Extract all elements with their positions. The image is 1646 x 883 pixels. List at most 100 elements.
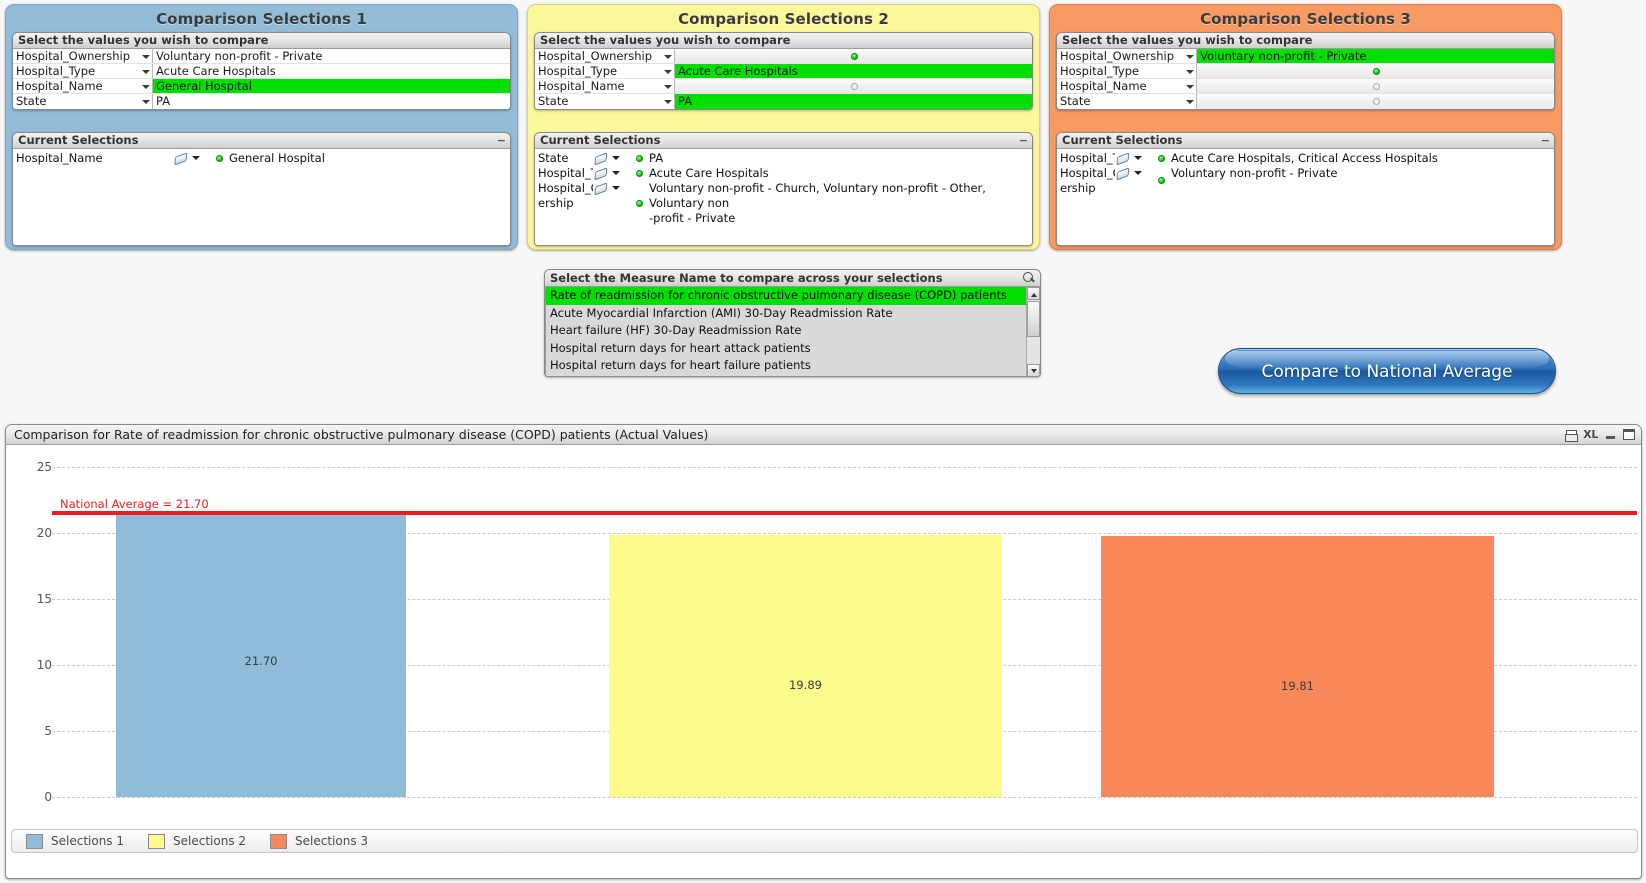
- field-value[interactable]: [675, 49, 1032, 63]
- eraser-icon[interactable]: [1113, 165, 1131, 181]
- minimize-icon[interactable]: −: [1019, 133, 1028, 148]
- list-item[interactable]: Hospital return days for heart attack pa…: [545, 339, 1040, 357]
- multibox-row[interactable]: Hospital_Ownership Voluntary non-profit …: [1057, 49, 1554, 64]
- current-selection-row[interactable]: Hospital_Owership Voluntary non-profit -…: [535, 181, 1032, 226]
- multibox-row[interactable]: Hospital_Type Acute Care Hospitals: [535, 64, 1032, 79]
- chevron-down-icon[interactable]: [1183, 94, 1197, 109]
- green-dot-icon: [1158, 177, 1165, 184]
- maximize-icon[interactable]: [1623, 429, 1635, 440]
- list-item[interactable]: Rate of readmission for chronic obstruct…: [545, 287, 1040, 305]
- current-selection-row[interactable]: State PA: [535, 151, 1032, 166]
- field-label: State: [535, 94, 661, 109]
- chevron-down-icon[interactable]: [661, 49, 675, 63]
- chevron-down-icon[interactable]: [661, 79, 675, 93]
- multibox-row[interactable]: Hospital_Type: [1057, 64, 1554, 79]
- multibox-row[interactable]: Hospital_Name: [535, 79, 1032, 94]
- chevron-down-icon[interactable]: [661, 64, 675, 78]
- eraser-icon[interactable]: [1113, 150, 1131, 166]
- chevron-down-icon[interactable]: [1183, 64, 1197, 78]
- selection-field: Hospital_Ty: [538, 166, 593, 180]
- legend-swatch-icon: [270, 833, 288, 849]
- green-dot-icon: [636, 200, 643, 207]
- legend-item-selections-1[interactable]: Selections 1: [26, 833, 124, 849]
- multibox-row[interactable]: Hospital_Type Acute Care Hospitals: [13, 64, 510, 79]
- scroll-down-icon[interactable]: [1027, 364, 1040, 376]
- chevron-down-icon[interactable]: [1183, 49, 1197, 63]
- legend-item-selections-3[interactable]: Selections 3: [270, 833, 368, 849]
- field-value-selected[interactable]: General Hospital: [153, 79, 510, 93]
- selection-field: Hospital_Name: [16, 151, 103, 165]
- field-label: Hospital_Type: [13, 64, 139, 78]
- field-value[interactable]: PA: [153, 94, 510, 109]
- scrollbar-thumb[interactable]: [1027, 301, 1040, 337]
- multibox-row[interactable]: Hospital_Name: [1057, 79, 1554, 94]
- chevron-down-icon[interactable]: [139, 94, 153, 109]
- field-value-selected[interactable]: PA: [675, 94, 1032, 109]
- legend-item-selections-2[interactable]: Selections 2: [148, 833, 246, 849]
- chevron-down-icon[interactable]: [1134, 156, 1142, 160]
- panel-2-title: Comparison Selections 2: [678, 10, 889, 28]
- chevron-down-icon[interactable]: [192, 156, 200, 160]
- bar-selections-3[interactable]: 19.81: [1101, 536, 1494, 797]
- field-label: Hospital_Ownership: [535, 49, 661, 63]
- multibox-row[interactable]: Hospital_Ownership: [535, 49, 1032, 64]
- field-value[interactable]: [675, 79, 1032, 93]
- listbox-scrollbar[interactable]: [1026, 287, 1040, 376]
- eraser-icon[interactable]: [591, 180, 609, 196]
- chevron-down-icon[interactable]: [612, 171, 620, 175]
- chevron-down-icon[interactable]: [139, 64, 153, 78]
- clear-selection-control[interactable]: [593, 181, 633, 226]
- chevron-down-icon[interactable]: [1134, 171, 1142, 175]
- clear-selection-control[interactable]: [593, 151, 633, 166]
- field-value-selected[interactable]: Acute Care Hospitals: [675, 64, 1032, 78]
- selection-field: Hospital_Owership: [1057, 166, 1115, 196]
- chevron-down-icon[interactable]: [139, 79, 153, 93]
- field-value[interactable]: Voluntary non-profit - Private: [153, 49, 510, 63]
- eraser-icon[interactable]: [591, 165, 609, 181]
- chevron-down-icon[interactable]: [612, 186, 620, 190]
- field-value[interactable]: [1197, 79, 1554, 93]
- current-selection-row[interactable]: Hospital_Name General Hospital: [13, 151, 510, 166]
- current-selection-row[interactable]: Hospital_Ty Acute Care Hospitals, Critic…: [1057, 151, 1554, 166]
- clear-selection-control[interactable]: [1115, 151, 1155, 166]
- field-value[interactable]: [1197, 94, 1554, 109]
- chevron-down-icon[interactable]: [139, 49, 153, 63]
- panel-3-multibox-caption: Select the values you wish to compare: [1057, 33, 1554, 49]
- multibox-row[interactable]: State PA: [13, 94, 510, 109]
- scroll-up-icon[interactable]: [1027, 287, 1040, 300]
- current-selection-row[interactable]: Hospital_Ty Acute Care Hospitals: [535, 166, 1032, 181]
- field-value-selected[interactable]: Voluntary non-profit - Private: [1197, 49, 1554, 63]
- field-value[interactable]: [1197, 64, 1554, 78]
- selection-state-indicator: [213, 151, 229, 166]
- minimize-icon[interactable]: [1605, 430, 1616, 440]
- list-item[interactable]: Hospital return days for heart failure p…: [545, 357, 1040, 375]
- multibox-row[interactable]: State: [1057, 94, 1554, 109]
- panel-2-current-selections: Current Selections − State PA Hospital_T…: [534, 132, 1033, 246]
- list-item[interactable]: Acute Myocardial Infarction (AMI) 30-Day…: [545, 304, 1040, 322]
- eraser-icon[interactable]: [171, 150, 189, 166]
- minimize-icon[interactable]: −: [1541, 133, 1550, 148]
- eraser-icon[interactable]: [591, 150, 609, 166]
- list-item[interactable]: Heart failure (HF) 30-Day Readmission Ra…: [545, 322, 1040, 340]
- current-selection-row[interactable]: Hospital_Owership Voluntary non-profit -…: [1057, 166, 1554, 196]
- print-icon[interactable]: [1565, 429, 1579, 442]
- chevron-down-icon[interactable]: [661, 94, 675, 109]
- field-value[interactable]: Acute Care Hospitals: [153, 64, 510, 78]
- compare-to-national-average-button[interactable]: Compare to National Average: [1218, 348, 1556, 394]
- clear-selection-control[interactable]: [593, 166, 633, 181]
- measure-name-listbox: Select the Measure Name to compare acros…: [544, 269, 1041, 377]
- bar-selections-1[interactable]: 21.70: [116, 511, 406, 797]
- multibox-row[interactable]: State PA: [535, 94, 1032, 109]
- clear-selection-control[interactable]: [173, 151, 213, 166]
- bar-selections-2[interactable]: 19.89: [609, 535, 1002, 797]
- multibox-row[interactable]: Hospital_Name General Hospital: [13, 79, 510, 94]
- chart-caption-icons: XL: [1565, 425, 1635, 444]
- clear-selection-control[interactable]: [1115, 166, 1155, 196]
- multibox-row[interactable]: Hospital_Ownership Voluntary non-profit …: [13, 49, 510, 64]
- caption-text: Select the Measure Name to compare acros…: [550, 271, 943, 285]
- chevron-down-icon[interactable]: [1183, 79, 1197, 93]
- search-icon[interactable]: [1023, 272, 1035, 284]
- excel-export-icon[interactable]: XL: [1583, 425, 1598, 444]
- chevron-down-icon[interactable]: [612, 156, 620, 160]
- minimize-icon[interactable]: −: [497, 133, 506, 148]
